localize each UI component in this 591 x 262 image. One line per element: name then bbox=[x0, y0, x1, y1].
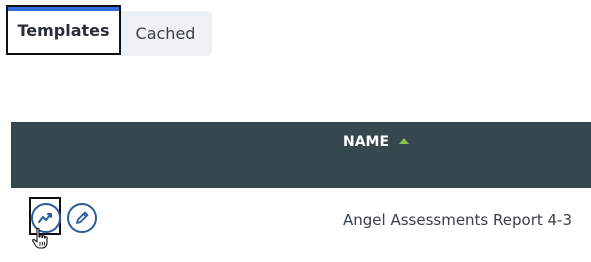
tab-cached[interactable]: Cached bbox=[119, 11, 212, 56]
tab-cached-label: Cached bbox=[135, 24, 196, 43]
table-row: Angel Assessments Report 4-3 bbox=[11, 188, 591, 252]
hand-pointer-icon bbox=[32, 227, 48, 249]
pencil-icon bbox=[76, 211, 89, 224]
sort-ascending-icon bbox=[399, 138, 410, 144]
template-name: Angel Assessments Report 4-3 bbox=[343, 211, 573, 229]
column-header-name-label: NAME bbox=[343, 134, 390, 150]
tab-templates[interactable]: Templates bbox=[6, 5, 121, 55]
table-header: NAME bbox=[11, 122, 591, 188]
column-header-name[interactable]: NAME bbox=[343, 134, 410, 150]
trend-line-icon bbox=[38, 213, 52, 223]
templates-table: NAME Angel Assessments Report 4-3 bbox=[11, 122, 591, 252]
edit-template-button[interactable] bbox=[67, 203, 97, 233]
active-tab-indicator bbox=[8, 7, 119, 11]
tab-templates-label: Templates bbox=[17, 20, 110, 40]
